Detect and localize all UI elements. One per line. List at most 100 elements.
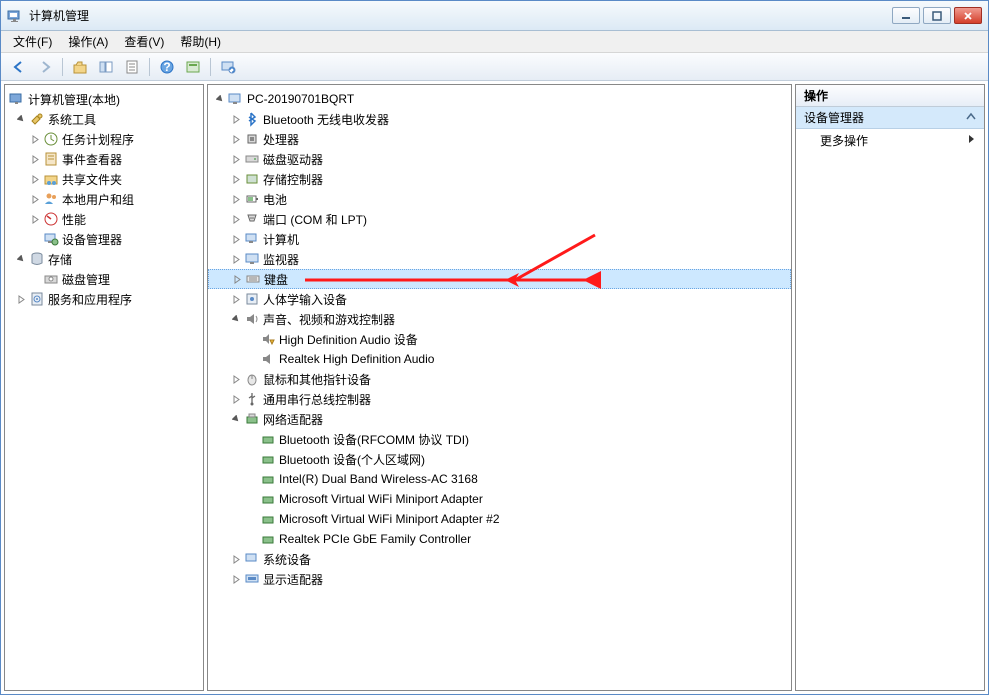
- collapse-icon[interactable]: [230, 413, 242, 425]
- actions-subheader[interactable]: 设备管理器: [796, 107, 984, 129]
- usb-icon: [244, 391, 260, 407]
- device-intel-wifi[interactable]: Intel(R) Dual Band Wireless-AC 3168: [208, 469, 791, 489]
- refresh-button[interactable]: [216, 56, 240, 78]
- system-device-icon: [244, 551, 260, 567]
- device-hd-audio[interactable]: High Definition Audio 设备: [208, 329, 791, 349]
- menu-bar: 文件(F) 操作(A) 查看(V) 帮助(H): [1, 31, 988, 53]
- tree-item-task-scheduler[interactable]: 任务计划程序: [5, 129, 203, 149]
- tree-item-root[interactable]: 计算机管理(本地): [5, 89, 203, 109]
- expand-icon[interactable]: [29, 153, 41, 165]
- device-realtek-gbe[interactable]: Realtek PCIe GbE Family Controller: [208, 529, 791, 549]
- expand-icon[interactable]: [15, 293, 27, 305]
- device-system-devices[interactable]: 系统设备: [208, 549, 791, 569]
- help-button[interactable]: ?: [155, 56, 179, 78]
- device-hid[interactable]: 人体学输入设备: [208, 289, 791, 309]
- device-network[interactable]: 网络适配器: [208, 409, 791, 429]
- svg-text:?: ?: [163, 60, 170, 74]
- device-keyboards[interactable]: 键盘: [208, 269, 791, 289]
- actions-sub-label: 设备管理器: [804, 109, 864, 126]
- expand-icon[interactable]: [230, 173, 242, 185]
- device-batteries[interactable]: 电池: [208, 189, 791, 209]
- submenu-arrow-icon: [968, 133, 976, 147]
- expand-icon[interactable]: [29, 213, 41, 225]
- wrench-icon: [29, 111, 45, 127]
- expand-icon[interactable]: [230, 233, 242, 245]
- tree-item-storage[interactable]: 存储: [5, 249, 203, 269]
- tree-item-services-apps[interactable]: 服务和应用程序: [5, 289, 203, 309]
- device-bt-rfcomm[interactable]: Bluetooth 设备(RFCOMM 协议 TDI): [208, 429, 791, 449]
- menu-view[interactable]: 查看(V): [116, 31, 172, 52]
- expand-icon[interactable]: [230, 133, 242, 145]
- tree-item-shared-folders[interactable]: 共享文件夹: [5, 169, 203, 189]
- tree-item-local-users[interactable]: 本地用户和组: [5, 189, 203, 209]
- disk-icon: [43, 271, 59, 287]
- device-usb[interactable]: 通用串行总线控制器: [208, 389, 791, 409]
- device-ms-vwifi2[interactable]: Microsoft Virtual WiFi Miniport Adapter …: [208, 509, 791, 529]
- expand-icon[interactable]: [230, 293, 242, 305]
- network-adapter-icon: [260, 531, 276, 547]
- expand-icon[interactable]: [230, 573, 242, 585]
- device-monitors[interactable]: 监视器: [208, 249, 791, 269]
- display-adapter-icon: [244, 571, 260, 587]
- collapse-icon[interactable]: [15, 253, 27, 265]
- network-adapter-icon: [260, 491, 276, 507]
- device-pc[interactable]: PC-20190701BQRT: [208, 89, 791, 109]
- device-tree-panel[interactable]: PC-20190701BQRT Bluetooth 无线电收发器 处理器 磁盘驱…: [207, 84, 792, 691]
- tree-item-event-viewer[interactable]: 事件查看器: [5, 149, 203, 169]
- minimize-button[interactable]: [892, 7, 920, 24]
- network-icon: [244, 411, 260, 427]
- menu-operation[interactable]: 操作(A): [60, 31, 116, 52]
- show-hide-tree-button[interactable]: [94, 56, 118, 78]
- close-button[interactable]: [954, 7, 982, 24]
- device-realtek-audio[interactable]: Realtek High Definition Audio: [208, 349, 791, 369]
- device-storage-controllers[interactable]: 存储控制器: [208, 169, 791, 189]
- device-processors[interactable]: 处理器: [208, 129, 791, 149]
- device-ports[interactable]: 端口 (COM 和 LPT): [208, 209, 791, 229]
- device-computer[interactable]: 计算机: [208, 229, 791, 249]
- device-sound[interactable]: 声音、视频和游戏控制器: [208, 309, 791, 329]
- forward-button[interactable]: [33, 56, 57, 78]
- window-controls: [892, 7, 982, 24]
- expand-icon[interactable]: [230, 393, 242, 405]
- expand-icon[interactable]: [231, 273, 243, 285]
- collapse-icon[interactable]: [214, 93, 226, 105]
- properties-button[interactable]: [120, 56, 144, 78]
- device-manager-icon: [43, 231, 59, 247]
- device-ms-vwifi1[interactable]: Microsoft Virtual WiFi Miniport Adapter: [208, 489, 791, 509]
- up-button[interactable]: [68, 56, 92, 78]
- tree-item-device-manager[interactable]: 设备管理器: [5, 229, 203, 249]
- shared-folder-icon: [43, 171, 59, 187]
- view-button[interactable]: [181, 56, 205, 78]
- device-bluetooth[interactable]: Bluetooth 无线电收发器: [208, 109, 791, 129]
- expand-icon[interactable]: [230, 193, 242, 205]
- collapse-icon[interactable]: [15, 113, 27, 125]
- expand-icon[interactable]: [230, 153, 242, 165]
- menu-help[interactable]: 帮助(H): [172, 31, 229, 52]
- collapse-icon[interactable]: [230, 313, 242, 325]
- expand-icon[interactable]: [230, 253, 242, 265]
- expand-icon[interactable]: [230, 373, 242, 385]
- tree-item-system-tools[interactable]: 系统工具: [5, 109, 203, 129]
- actions-more-label: 更多操作: [820, 132, 868, 149]
- expand-icon[interactable]: [29, 133, 41, 145]
- expand-icon[interactable]: [230, 113, 242, 125]
- actions-more[interactable]: 更多操作: [796, 129, 984, 151]
- toolbar-separator: [149, 58, 150, 76]
- speaker-warning-icon: [260, 331, 276, 347]
- expand-icon[interactable]: [29, 173, 41, 185]
- tree-item-disk-management[interactable]: 磁盘管理: [5, 269, 203, 289]
- device-bt-pan[interactable]: Bluetooth 设备(个人区域网): [208, 449, 791, 469]
- body-area: 计算机管理(本地) 系统工具 任务计划程序 事件查看器: [1, 81, 988, 694]
- expand-icon[interactable]: [230, 553, 242, 565]
- menu-file[interactable]: 文件(F): [5, 31, 60, 52]
- expand-icon[interactable]: [29, 193, 41, 205]
- device-disk-drives[interactable]: 磁盘驱动器: [208, 149, 791, 169]
- maximize-button[interactable]: [923, 7, 951, 24]
- left-tree-panel[interactable]: 计算机管理(本地) 系统工具 任务计划程序 事件查看器: [4, 84, 204, 691]
- device-mice[interactable]: 鼠标和其他指针设备: [208, 369, 791, 389]
- actions-panel: 操作 设备管理器 更多操作: [795, 84, 985, 691]
- tree-item-performance[interactable]: 性能: [5, 209, 203, 229]
- expand-icon[interactable]: [230, 213, 242, 225]
- device-display[interactable]: 显示适配器: [208, 569, 791, 589]
- back-button[interactable]: [7, 56, 31, 78]
